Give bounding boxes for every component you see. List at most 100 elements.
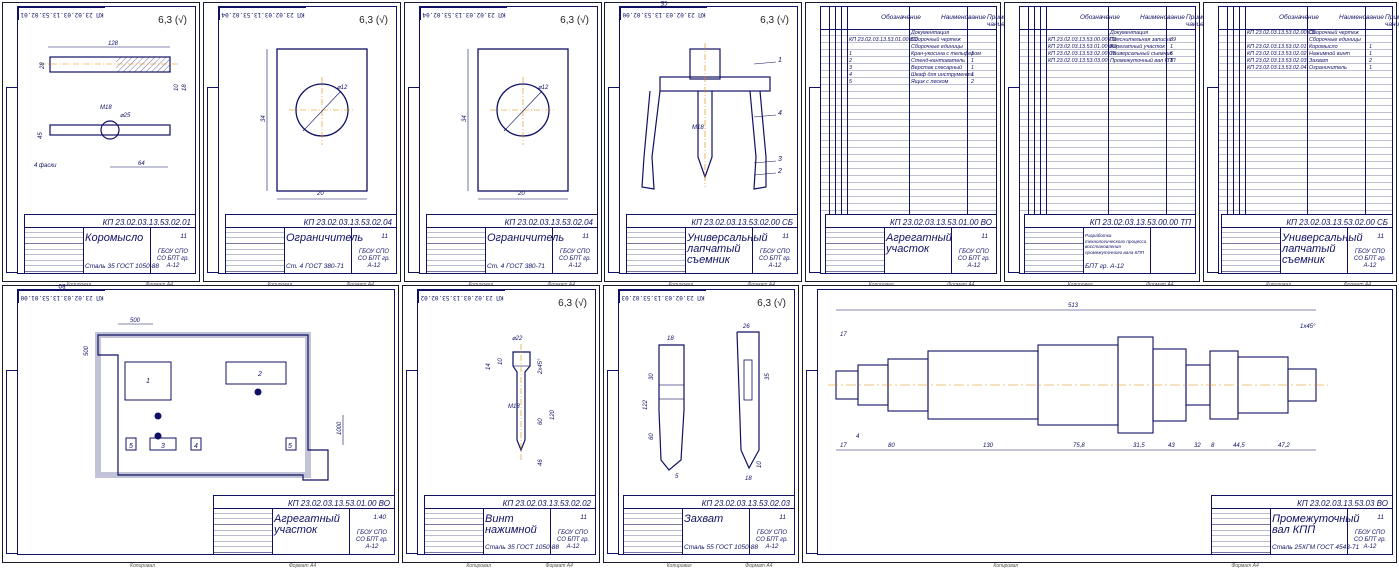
sheet-frame: КП 23.02.03.13.53.00.00 ТП Разработка тех… bbox=[1008, 6, 1208, 274]
spec-row[interactable]: КП 23.02.03.13.53.00.00 ПЗ Пояснительная … bbox=[1020, 37, 1195, 44]
drawing-sheet[interactable]: КП 23.02.03.13.53.01.00 ВО КП 23.02.03.13… bbox=[2, 282, 399, 569]
callout-number: 5 bbox=[129, 443, 133, 450]
spec-cell: Агрегатный участок bbox=[1110, 44, 1165, 50]
spec-cell: КП 23.02.03.13.53.02.03 bbox=[1247, 58, 1307, 64]
spec-row[interactable]: Документация bbox=[1020, 30, 1195, 37]
drawing-graphics: 1 2 3 4 5 5 500 500 1000 bbox=[84, 318, 344, 481]
spec-cell: Документация bbox=[1110, 30, 1149, 36]
spec-row[interactable]: Документация bbox=[821, 30, 996, 37]
jaw-side-view bbox=[658, 344, 685, 471]
callout-number: 4 bbox=[778, 110, 782, 117]
spec-row[interactable]: КП 23.02.03.13.53.02.01 Коромысло 1 bbox=[1219, 44, 1392, 51]
spec-cell: Ограничитель bbox=[1309, 65, 1347, 71]
binding-strip bbox=[406, 370, 418, 554]
spec-row[interactable]: КП 23.02.03.13.53.02.00 СБ Сборочный черт… bbox=[1219, 30, 1392, 37]
spec-cell: Сборочные единицы bbox=[911, 44, 963, 50]
callout-number: 1 bbox=[146, 378, 150, 385]
spec-cell: Промежуточный вал КПП bbox=[1110, 58, 1176, 64]
spec-row[interactable]: 5 Ящик с песком 2 bbox=[821, 79, 996, 86]
drawing-sheet[interactable]: КП 23.02.03.13.53.02.03 6,3 (√) КП 23.02.0… bbox=[603, 285, 799, 569]
drawing-sheet[interactable]: КП 23.02.03.13.53.02.02 6,3 (√) КП 23.02.0… bbox=[402, 285, 600, 569]
dimension-label: 28 bbox=[40, 62, 46, 70]
dimension-label: 18 bbox=[745, 476, 752, 482]
drawing-sheet[interactable]: КП 23.02.03.13.53.00.00 ТП Разработка тех… bbox=[1004, 2, 1208, 288]
spec-row[interactable]: КП 23.02.03.13.53.02.03 Захват 2 bbox=[1219, 58, 1392, 65]
sheet-frame: КП 23.02.03.13.53.02.04 6,3 (√) КП 23.02.0… bbox=[207, 6, 397, 274]
callout-number: 3 bbox=[161, 443, 165, 450]
dimension-label: 8 bbox=[1211, 443, 1215, 449]
footer-format: Формат A4 bbox=[288, 563, 317, 569]
spec-cell: Сборочный чертеж bbox=[1309, 30, 1359, 36]
callout-number: 4 bbox=[194, 443, 198, 450]
spec-row[interactable]: 1 Кран-укосина с тельфером 1 bbox=[821, 51, 996, 58]
drawing-graphics: ⌀12 20 34 bbox=[462, 48, 569, 200]
spec-row[interactable]: КП 23.02.03.13.53.03.00 Промежуточный вал… bbox=[1020, 58, 1195, 65]
spec-cell: 3 bbox=[849, 65, 852, 71]
dimension-label: 500 bbox=[130, 318, 141, 324]
spec-column-header: Наименование bbox=[941, 14, 986, 21]
drawing-set: КП 23.02.03.13.53.02.01 6,3 (√) КП 23.02.0… bbox=[0, 0, 1399, 569]
footer-format: Формат A4 bbox=[1231, 563, 1259, 569]
spec-row[interactable]: Сборочные единицы bbox=[1219, 37, 1392, 44]
spec-cell: 39 bbox=[1170, 37, 1176, 43]
footer-copied: Копировал bbox=[130, 563, 155, 569]
drawing-sheet[interactable]: КП 23.02.03.13.53.03 ВО Промежуточный вал… bbox=[802, 285, 1397, 569]
drawing-sheet[interactable]: КП 23.02.03.13.53.02.04 6,3 (√) КП 23.02.0… bbox=[203, 2, 401, 288]
spec-cell: 5 bbox=[849, 79, 852, 85]
footer-format: Формат A4 bbox=[745, 563, 773, 569]
plate-outline bbox=[477, 48, 569, 192]
fire-extinguisher-icon bbox=[254, 388, 262, 396]
spec-cell: КП 23.02.03.13.53.02.01 bbox=[1247, 44, 1307, 50]
spec-cell: 1 bbox=[1369, 65, 1372, 71]
dimension-label: 10 bbox=[757, 461, 763, 468]
drawing-sheet[interactable]: КП 23.02.03.13.53.01.00 ВО Агрегатный уча… bbox=[805, 2, 1009, 288]
spec-cell: 1 bbox=[1170, 44, 1173, 50]
screw-profile bbox=[512, 351, 531, 452]
spec-cell: КП 23.02.03.13.53.00.00 ПЗ bbox=[1048, 37, 1117, 43]
dimension-label: 2х45° bbox=[538, 358, 544, 375]
dimension-label: 14 bbox=[486, 363, 492, 370]
binding-strip bbox=[806, 370, 818, 554]
dimension-label: ⌀12 bbox=[538, 85, 549, 91]
drawing-sheet[interactable]: КП 23.02.03.13.53.02.00 СБ Универсальный … bbox=[1203, 2, 1399, 288]
spec-cell: Стенд-кантователь bbox=[911, 58, 965, 64]
drawing-graphics: 128 28 М18 ⌀25 45 64 4 фаски 10 18 bbox=[34, 41, 188, 169]
drawing-sheet[interactable]: КП 23.02.03.13.53.02.00 СБ 6,3 (√) КП 23.0… bbox=[604, 0, 802, 288]
spec-row[interactable]: КП 23.02.03.13.53.02.02 Нажимной винт 1 bbox=[1219, 51, 1392, 58]
spec-row[interactable]: КП 23.02.03.13.53.02.04 Ограничитель 1 bbox=[1219, 65, 1392, 72]
binding-strip bbox=[408, 87, 420, 273]
spec-column-header: Обозначение bbox=[1080, 14, 1120, 21]
dimension-label: М18 bbox=[100, 105, 112, 111]
wall-hatch bbox=[95, 332, 311, 478]
dimension-label: 130 bbox=[983, 443, 994, 449]
spec-row[interactable]: КП 23.02.03.13.53.01.00 ВО Агрегатный уча… bbox=[1020, 44, 1195, 51]
spec-cell: КП 23.02.03.13.53.02.04 bbox=[1247, 65, 1307, 71]
spec-row[interactable]: КП 23.02.03.13.53.02.00 СБ Универсальный … bbox=[1020, 51, 1195, 58]
spec-cell: 2 bbox=[849, 58, 852, 64]
dimension-label: 34 bbox=[462, 115, 468, 122]
spec-column-header: Наименование bbox=[1140, 14, 1185, 21]
spec-row[interactable]: КП 23.02.03.13.53.01.00 ВО Сборочный черт… bbox=[821, 37, 996, 44]
dimension-label: 17 bbox=[840, 443, 847, 449]
spec-row[interactable]: 2 Стенд-кантователь 1 bbox=[821, 58, 996, 65]
footer-copied: Копировал bbox=[993, 563, 1019, 569]
binding-strip bbox=[6, 370, 18, 554]
drawing-sheet[interactable]: КП 23.02.03.13.53.02.01 6,3 (√) КП 23.02.0… bbox=[2, 2, 200, 288]
beam-side-view bbox=[49, 124, 171, 136]
spec-row[interactable]: Сборочные единицы bbox=[821, 44, 996, 51]
dimension-label: 4 фаски bbox=[34, 163, 57, 169]
wall-outline bbox=[97, 334, 329, 481]
spec-row[interactable]: 3 Верстак слесарный 1 bbox=[821, 65, 996, 72]
footer-format: Формат A4 bbox=[545, 563, 573, 569]
dimension-label: 64 bbox=[138, 161, 145, 167]
sheet-frame: КП 23.02.03.13.53.02.04 6,3 (√) КП 23.02.0… bbox=[408, 6, 598, 274]
drawing-graphics: М18 1 4 3 2 bbox=[641, 43, 782, 190]
spec-row[interactable]: 4 Шкаф для инструмента 1 bbox=[821, 72, 996, 79]
binding-strip bbox=[6, 87, 18, 273]
dimension-label: 513 bbox=[1068, 303, 1079, 309]
binding-strip bbox=[608, 87, 620, 273]
drawing-sheet[interactable]: КП 23.02.03.13.53.02.04 6,3 (√) КП 23.02.0… bbox=[404, 2, 602, 288]
plate-outline bbox=[276, 48, 368, 192]
dimension-label: 122 bbox=[643, 399, 649, 410]
spec-cell: КП 23.02.03.13.53.02.02 bbox=[1247, 51, 1307, 57]
